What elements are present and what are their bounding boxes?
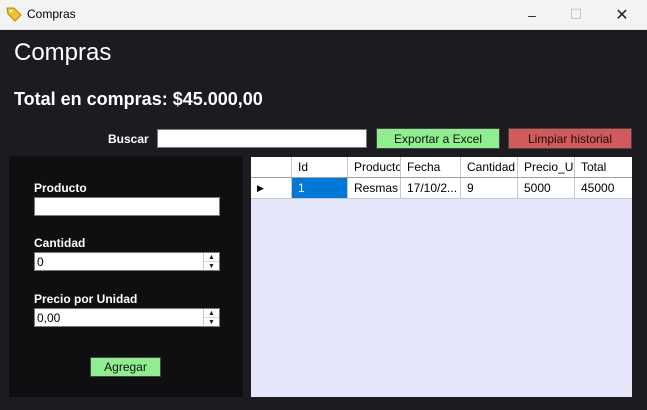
window-title: Compras xyxy=(27,7,76,21)
producto-label: Producto xyxy=(34,181,87,195)
cell-producto[interactable]: Resmas xyxy=(348,178,401,198)
precio-label: Precio por Unidad xyxy=(34,292,138,306)
add-button[interactable]: Agregar xyxy=(90,357,161,377)
table-row[interactable]: ▶ 1 Resmas 17/10/2... 9 5000 45000 xyxy=(251,178,632,199)
precio-stepper[interactable]: 0,00 ▲ ▼ xyxy=(34,308,220,327)
tag-icon xyxy=(6,7,22,22)
spin-down-icon[interactable]: ▼ xyxy=(204,262,219,270)
purchases-table[interactable]: Id Producto Fecha Cantidad Precio_Ur Tot… xyxy=(251,157,632,397)
minimize-button[interactable]: – xyxy=(509,0,555,29)
cell-precio[interactable]: 5000 xyxy=(518,178,575,198)
title-bar: Compras – ☐ ✕ xyxy=(0,0,647,30)
column-header-producto[interactable]: Producto xyxy=(348,157,401,177)
search-label: Buscar xyxy=(108,132,149,146)
current-row-arrow-icon: ▶ xyxy=(257,183,264,193)
column-header-cantidad[interactable]: Cantidad xyxy=(461,157,518,177)
column-header-total[interactable]: Total xyxy=(575,157,632,177)
search-input[interactable] xyxy=(157,129,367,148)
column-header-id[interactable]: Id xyxy=(292,157,348,177)
page-title: Compras xyxy=(14,39,112,66)
cell-total[interactable]: 45000 xyxy=(575,178,632,198)
main-area: Compras Total en compras: $45.000,00 Bus… xyxy=(0,30,647,410)
clear-history-button[interactable]: Limpiar historial xyxy=(508,128,632,149)
precio-value[interactable]: 0,00 xyxy=(37,311,60,325)
column-header-fecha[interactable]: Fecha xyxy=(401,157,461,177)
spin-up-icon[interactable]: ▲ xyxy=(204,309,219,318)
cell-cantidad[interactable]: 9 xyxy=(461,178,518,198)
spin-down-icon[interactable]: ▼ xyxy=(204,318,219,326)
cantidad-value[interactable]: 0 xyxy=(37,255,44,269)
total-label: Total en compras: $45.000,00 xyxy=(14,89,263,109)
row-header-corner xyxy=(251,157,292,177)
form-panel: Producto Cantidad 0 ▲ ▼ Precio por Unida… xyxy=(9,156,243,397)
producto-field[interactable] xyxy=(34,197,220,216)
cell-fecha[interactable]: 17/10/2... xyxy=(401,178,461,198)
column-header-precio[interactable]: Precio_Ur xyxy=(518,157,575,177)
cell-id[interactable]: 1 xyxy=(292,178,348,198)
row-header[interactable]: ▶ xyxy=(251,178,292,198)
cantidad-spin-buttons: ▲ ▼ xyxy=(203,253,219,270)
cantidad-label: Cantidad xyxy=(34,236,86,250)
spin-up-icon[interactable]: ▲ xyxy=(204,253,219,262)
precio-spin-buttons: ▲ ▼ xyxy=(203,309,219,326)
cantidad-stepper[interactable]: 0 ▲ ▼ xyxy=(34,252,220,271)
close-button[interactable]: ✕ xyxy=(599,0,645,29)
maximize-button[interactable]: ☐ xyxy=(553,0,599,29)
export-excel-button[interactable]: Exportar a Excel xyxy=(376,128,500,149)
table-header: Id Producto Fecha Cantidad Precio_Ur Tot… xyxy=(251,157,632,178)
